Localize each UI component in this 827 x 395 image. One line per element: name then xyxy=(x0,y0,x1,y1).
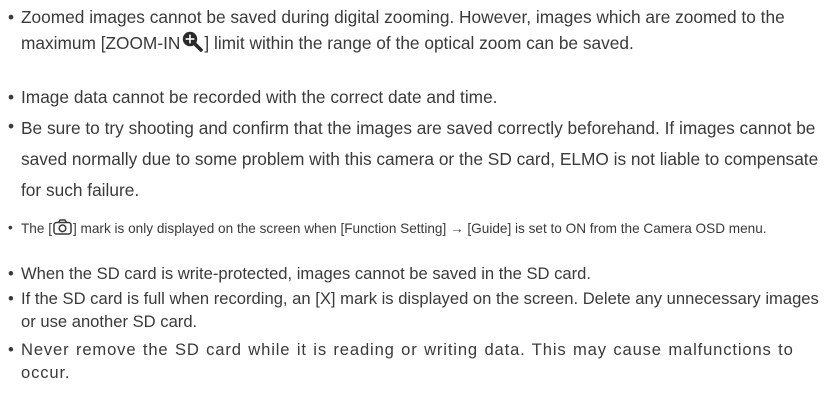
bullet: • xyxy=(8,340,15,359)
list-item: • The [] mark is only displayed on the s… xyxy=(8,219,820,240)
zoom-in-magnifier-icon xyxy=(181,30,204,59)
list-item: • Never remove the SD card while it is r… xyxy=(8,338,820,384)
bullet: • xyxy=(8,7,15,27)
bullet: • xyxy=(8,87,15,107)
manual-page: • Zoomed images cannot be saved during d… xyxy=(0,0,827,395)
bullet: • xyxy=(8,289,14,308)
note-text: Image data cannot be recorded with the c… xyxy=(21,87,498,107)
bullet: • xyxy=(8,220,13,235)
list-item: • Zoomed images cannot be saved during d… xyxy=(8,4,820,59)
list-item: • When the SD card is write-protected, i… xyxy=(8,262,820,285)
camera-icon xyxy=(53,219,72,240)
list-item: • Be sure to try shooting and confirm th… xyxy=(8,113,820,206)
note-text: Zoomed images cannot be saved during dig… xyxy=(8,4,820,59)
bullet: • xyxy=(8,264,14,283)
note-text: The [] mark is only displayed on the scr… xyxy=(8,219,820,240)
note-text: Never remove the SD card while it is rea… xyxy=(21,340,794,382)
list-item: • If the SD card is full when recording,… xyxy=(8,287,820,333)
note-text: Be sure to try shooting and confirm that… xyxy=(21,118,819,200)
bullet: • xyxy=(8,116,15,136)
note-text: If the SD card is full when recording, a… xyxy=(21,289,819,331)
note-text: When the SD card is write-protected, ima… xyxy=(21,264,591,283)
list-item: • Image data cannot be recorded with the… xyxy=(8,84,820,110)
